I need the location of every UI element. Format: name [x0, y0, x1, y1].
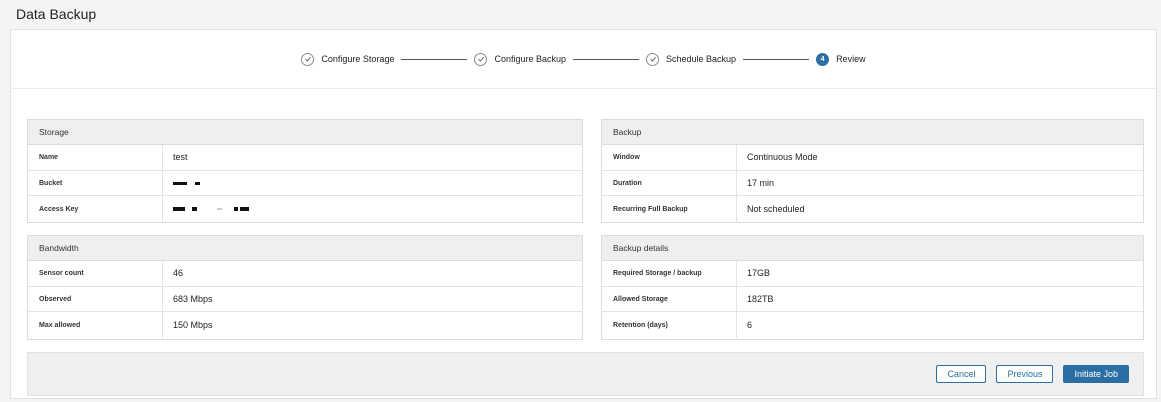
table-row: Retention (days) 6	[602, 312, 1143, 339]
row-value: 17GB	[747, 268, 771, 279]
panel-title: Backup details	[602, 236, 1143, 261]
backup-panel: Backup Window Continuous Mode Duration 1…	[601, 119, 1144, 223]
wizard-stepper: Configure Storage Configure Backup Sched…	[11, 30, 1156, 89]
row-value: 150 Mbps	[173, 320, 213, 331]
row-value: 17 min	[747, 178, 775, 189]
row-key: Duration	[602, 170, 737, 196]
previous-button[interactable]: Previous	[996, 365, 1054, 383]
row-value: test	[173, 152, 188, 163]
table-row: Duration 17 min	[602, 170, 1143, 197]
step-connector	[743, 58, 810, 60]
table-row: Recurring Full Backup Not scheduled	[602, 196, 1143, 223]
table-row: Sensor count 46	[28, 261, 582, 287]
row-key: Max allowed	[28, 312, 163, 339]
panel-title: Backup	[602, 120, 1143, 145]
table-row: Bucket	[28, 170, 582, 197]
panel-title: Bandwidth	[28, 236, 582, 261]
row-key: Name	[28, 145, 163, 170]
check-icon	[474, 52, 488, 66]
row-value: 46	[173, 268, 184, 279]
panel-title: Storage	[28, 120, 582, 145]
redacted-value	[163, 171, 582, 196]
row-key: Access Key	[28, 196, 163, 223]
table-row: Max allowed 150 Mbps	[28, 312, 582, 339]
step-review[interactable]: 4 Review	[816, 52, 866, 66]
row-key: Sensor count	[28, 261, 163, 286]
redaction-mark	[173, 207, 249, 212]
step-connector	[401, 58, 468, 60]
redaction-mark	[173, 181, 200, 185]
storage-panel: Storage Name test Bucket Access Key	[27, 119, 583, 223]
table-row: Window Continuous Mode	[602, 145, 1143, 171]
table-row: Access Key	[28, 196, 582, 223]
check-icon	[301, 52, 315, 66]
row-key: Recurring Full Backup	[602, 196, 737, 223]
step-label: Configure Storage	[321, 54, 395, 64]
initiate-job-button[interactable]: Initiate Job	[1063, 365, 1129, 383]
row-key: Retention (days)	[602, 312, 737, 339]
redacted-value	[163, 196, 582, 222]
page-header: Data Backup	[0, 0, 1161, 28]
check-icon	[646, 52, 659, 66]
row-value: Not scheduled	[747, 204, 805, 215]
step-connector	[573, 58, 639, 60]
row-value: 683 Mbps	[173, 294, 213, 305]
step-number-badge: 4	[816, 52, 830, 66]
step-label: Review	[836, 54, 866, 64]
row-key: Window	[602, 145, 737, 170]
table-row: Allowed Storage 182TB	[602, 286, 1143, 313]
table-row: Required Storage / backup 17GB	[602, 261, 1143, 287]
row-key: Required Storage / backup	[602, 261, 737, 286]
step-label: Schedule Backup	[666, 54, 737, 64]
bandwidth-panel: Bandwidth Sensor count 46 Observed 683 M…	[27, 235, 583, 340]
step-configure-backup[interactable]: Configure Backup	[474, 52, 566, 66]
row-value: 6	[747, 320, 753, 331]
row-value: Continuous Mode	[747, 152, 818, 163]
backup-details-panel: Backup details Required Storage / backup…	[601, 235, 1144, 340]
cancel-button[interactable]: Cancel	[936, 365, 987, 383]
step-schedule-backup[interactable]: Schedule Backup	[646, 52, 737, 66]
table-row: Observed 683 Mbps	[28, 286, 582, 313]
step-configure-storage[interactable]: Configure Storage	[301, 52, 395, 66]
wizard-footer: Cancel Previous Initiate Job	[27, 352, 1144, 396]
page-title: Data Backup	[16, 6, 97, 22]
row-key: Allowed Storage	[602, 286, 737, 312]
row-key: Bucket	[28, 170, 163, 196]
table-row: Name test	[28, 145, 582, 171]
step-label: Configure Backup	[494, 54, 566, 64]
row-value: 182TB	[747, 294, 774, 305]
row-key: Observed	[28, 286, 163, 312]
wizard-card: Configure Storage Configure Backup Sched…	[10, 29, 1157, 399]
